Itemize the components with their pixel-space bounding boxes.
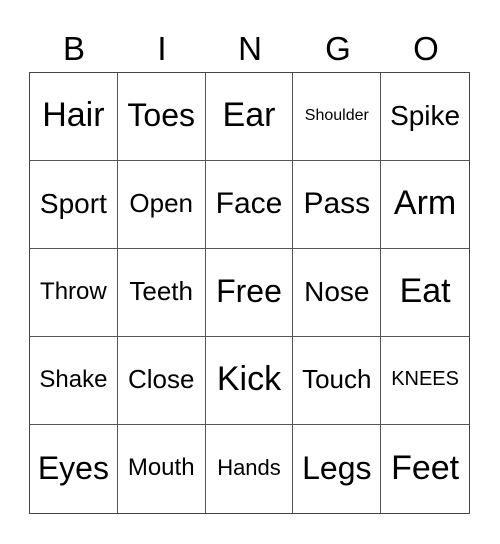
header-letter-g: G	[325, 30, 351, 67]
bingo-cell[interactable]: Nose	[293, 249, 382, 337]
bingo-cell[interactable]: Ear	[205, 73, 294, 161]
bingo-cell[interactable]: Hands	[206, 425, 294, 513]
header-letter-b: B	[62, 30, 85, 67]
bingo-card-grid: Hair Toes Ear Shoulder Spike Sport Open …	[29, 72, 470, 514]
bingo-cell[interactable]: Teeth	[117, 249, 206, 337]
bingo-cell[interactable]: Kick	[205, 337, 294, 425]
bingo-cell[interactable]: Throw	[30, 249, 118, 337]
bingo-cell[interactable]: Eyes	[30, 425, 118, 513]
bingo-cell[interactable]: Mouth	[118, 425, 206, 513]
bingo-cell[interactable]: Touch	[293, 337, 382, 425]
bingo-cell[interactable]: Close	[117, 337, 206, 425]
bingo-cell[interactable]: KNEES	[381, 337, 469, 425]
bingo-cell[interactable]: Feet	[381, 425, 469, 513]
header-letter-i: I	[157, 30, 167, 67]
header-letter-n: N	[238, 30, 262, 67]
bingo-cell[interactable]: Hair	[30, 73, 118, 161]
bingo-cell[interactable]: Open	[117, 161, 206, 249]
bingo-cell[interactable]: Arm	[381, 161, 469, 249]
header-letter-o: O	[413, 30, 439, 67]
bingo-cell[interactable]: Shake	[30, 337, 118, 425]
bingo-header: B I N G O	[30, 26, 470, 72]
bingo-cell[interactable]: Spike	[381, 73, 469, 161]
bingo-cell[interactable]: Shoulder	[293, 73, 382, 161]
bingo-cell[interactable]: Sport	[30, 161, 118, 249]
bingo-cell[interactable]: Face	[205, 161, 294, 249]
bingo-cell[interactable]: Pass	[293, 161, 382, 249]
bingo-cell[interactable]: Toes	[117, 73, 206, 161]
bingo-cell[interactable]: Eat	[381, 249, 469, 337]
bingo-cell[interactable]: Free	[205, 249, 294, 337]
bingo-cell[interactable]: Legs	[293, 425, 382, 513]
